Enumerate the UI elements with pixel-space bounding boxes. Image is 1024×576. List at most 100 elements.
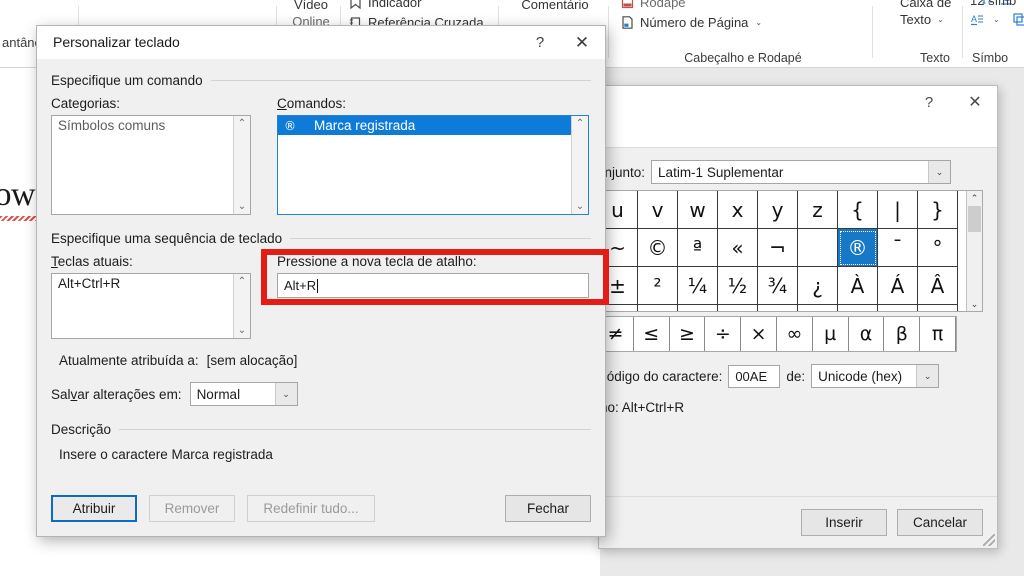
ribbon-item-textbox-label[interactable]: Caixa de <box>900 0 951 11</box>
current-keys-listbox[interactable]: Alt+Ctrl+R ⌃ ⌄ <box>51 273 251 339</box>
symbol-subset-combo[interactable]: Latim-1 Suplementar ⌄ <box>651 160 951 184</box>
symbol-cell[interactable]: ­ <box>798 229 838 267</box>
symbol-cell[interactable]: ¼ <box>678 267 718 305</box>
symbol-cell[interactable]: ½ <box>718 267 758 305</box>
symbol-cell[interactable]: | <box>878 191 918 229</box>
customize-keyboard-dialog: Personalizar teclado ? ✕ Especifique um … <box>36 25 606 537</box>
symbol-cell[interactable]: À <box>838 267 878 305</box>
recent-symbol-cell[interactable]: ≤ <box>634 317 670 351</box>
command-item-selected[interactable]: ® Marca registrada <box>278 116 571 135</box>
symbol-cell[interactable]: { <box>838 191 878 229</box>
recent-symbol-cell[interactable]: β <box>884 317 920 351</box>
symbol-cell[interactable]: ¯ <box>878 229 918 267</box>
recent-symbol-cell[interactable]: ≥ <box>670 317 706 351</box>
commands-scrollbar[interactable]: ⌃ ⌄ <box>571 116 588 214</box>
symbol-cell[interactable]: « <box>718 229 758 267</box>
ribbon-item-textbox-label2[interactable]: Texto <box>900 11 931 28</box>
symbol-cell[interactable]: } <box>918 191 958 229</box>
symbol-cell[interactable]: v <box>638 191 678 229</box>
categories-scrollbar[interactable]: ⌃ ⌄ <box>233 116 250 214</box>
symbol-cell[interactable]: x <box>718 191 758 229</box>
symbol-cell[interactable]: z <box>798 191 838 229</box>
keyboard-close-icon[interactable]: ✕ <box>561 26 603 59</box>
resize-grip[interactable] <box>983 534 995 546</box>
recent-symbol-cell[interactable]: ÷ <box>705 317 741 351</box>
recent-symbol-cell[interactable]: µ <box>813 317 849 351</box>
symbol-cell[interactable]: Ó <box>878 305 918 312</box>
cancel-button[interactable]: Cancelar <box>897 509 983 536</box>
description-group: Descrição Insere o caractere Marca regis… <box>51 422 591 462</box>
symbol-cell[interactable]: Ð <box>758 305 798 312</box>
scroll-down-icon[interactable]: ⌄ <box>238 325 246 336</box>
chevron-down-icon[interactable]: ⌄ <box>928 161 950 183</box>
scrollbar-thumb[interactable] <box>968 206 981 232</box>
symbol-cell[interactable]: Ñ <box>798 305 838 312</box>
scroll-up-icon[interactable]: ⌃ <box>576 118 584 129</box>
assign-button[interactable]: Atribuir <box>51 495 137 522</box>
symbol-dialog-tabs[interactable] <box>599 118 997 148</box>
save-changes-value: Normal <box>197 387 241 402</box>
scroll-down-icon[interactable]: ⌄ <box>576 201 584 212</box>
symbol-close-icon[interactable]: ✕ <box>953 86 997 118</box>
symbol-cell[interactable]: ° <box>918 229 958 267</box>
save-changes-combo[interactable]: Normal ⌄ <box>190 382 298 406</box>
symbol-cell[interactable]: ª <box>678 229 718 267</box>
scroll-up-icon[interactable]: ⌃ <box>238 118 246 129</box>
chevron-down-icon[interactable]: ⌄ <box>916 365 938 387</box>
current-keys-label-rest: eclas atuais: <box>58 254 133 269</box>
ribbon-item-comment-label[interactable]: Comentário <box>521 0 588 13</box>
categories-listbox[interactable]: Símbolos comuns ⌃ ⌄ <box>51 115 251 215</box>
symbol-cell[interactable]: y <box>758 191 798 229</box>
char-code-input[interactable]: 00AE <box>728 365 780 388</box>
symbol-grid[interactable]: uvwxyz{|}~©ª«¬­®¯°±²¼½¾¿ÀÁÂÃÄÅÏÐÑÒÓÔÕÖ×Ø… <box>597 190 983 312</box>
symbol-cell[interactable]: Á <box>878 267 918 305</box>
ribbon-item-video-label[interactable]: Vídeo <box>294 0 328 13</box>
description-label: Descrição <box>51 422 111 437</box>
symbol-grid-scrollbar[interactable]: ⌃ ⌄ <box>966 191 982 311</box>
symbol-cell[interactable]: Ï <box>718 305 758 312</box>
category-item[interactable]: Símbolos comuns <box>52 116 233 135</box>
recent-symbol-cell[interactable]: ∞ <box>777 317 813 351</box>
chevron-down-icon[interactable]: ⌄ <box>937 11 944 28</box>
highlight-box <box>261 249 609 305</box>
symbol-cell[interactable]: Â <box>918 267 958 305</box>
symbol-cell[interactable]: ¿ <box>798 267 838 305</box>
ribbon-group-symbols: 12 símb Símbo <box>968 0 1024 68</box>
symbol-cell[interactable]: Å <box>678 305 718 312</box>
scroll-down-icon[interactable]: ⌄ <box>238 201 246 212</box>
keyboard-help-icon[interactable]: ? <box>519 26 561 59</box>
recent-symbol-cell[interactable]: × <box>741 317 777 351</box>
symbol-help-icon[interactable]: ? <box>907 86 951 118</box>
recently-used-symbols[interactable]: ≠≤≥÷×∞µαβπ <box>597 316 957 352</box>
recent-symbol-cell[interactable]: π <box>920 317 956 351</box>
recent-symbol-cell[interactable]: α <box>849 317 885 351</box>
symbol-cell[interactable]: ² <box>638 267 678 305</box>
from-combo[interactable]: Unicode (hex) ⌄ <box>811 364 939 388</box>
page-number-icon <box>620 15 635 30</box>
symbol-cell[interactable]: © <box>638 229 678 267</box>
chevron-down-icon[interactable]: ⌄ <box>755 14 762 31</box>
current-key-item[interactable]: Alt+Ctrl+R <box>52 274 233 293</box>
symbol-cell[interactable]: Ä <box>638 305 678 312</box>
ribbon-item-footer-label[interactable]: Rodapé <box>640 0 686 11</box>
description-header: Descrição <box>51 422 591 437</box>
symbol-cell[interactable]: ® <box>838 229 878 267</box>
close-button[interactable]: Fechar <box>505 495 591 522</box>
ribbon-item-symbols-label[interactable]: 12 símb <box>970 0 1016 9</box>
current-keys-scrollbar[interactable]: ⌃ ⌄ <box>233 274 250 338</box>
insert-button[interactable]: Inserir <box>801 509 887 536</box>
ribbon-item-bookmark-label[interactable]: Indicador <box>368 0 421 11</box>
scroll-up-icon[interactable]: ⌃ <box>238 276 246 287</box>
symbol-cell[interactable]: w <box>678 191 718 229</box>
symbol-cell[interactable]: Ô <box>918 305 958 312</box>
scroll-up-icon[interactable]: ⌃ <box>971 191 979 205</box>
keyboard-dialog-body: Especifique um comando Categorias: Símbo… <box>37 59 605 536</box>
chevron-down-icon[interactable]: ⌄ <box>275 383 297 405</box>
symbol-cell[interactable]: Ò <box>838 305 878 312</box>
symbol-cell[interactable]: ¾ <box>758 267 798 305</box>
scroll-down-icon[interactable]: ⌄ <box>971 297 979 311</box>
commands-listbox[interactable]: ® Marca registrada ⌃ ⌄ <box>277 115 589 215</box>
ribbon-item-page-number-label[interactable]: Número de Página <box>640 14 748 31</box>
specify-command-header: Especifique um comando <box>51 73 591 88</box>
symbol-cell[interactable]: ¬ <box>758 229 798 267</box>
